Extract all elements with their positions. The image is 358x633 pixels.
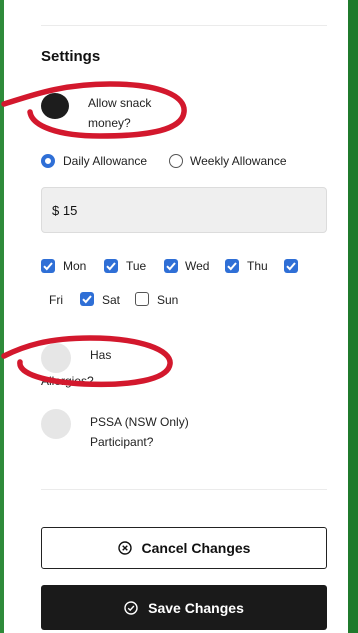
daily-allowance-radio[interactable]: [41, 154, 55, 168]
check-icon: [286, 262, 296, 271]
check-icon: [166, 262, 176, 271]
pssa-label-line2: Participant?: [90, 435, 154, 449]
daily-allowance-label[interactable]: Daily Allowance: [63, 151, 147, 171]
day-label-sun: Sun: [157, 293, 179, 307]
day-label-wed: Wed: [185, 259, 210, 273]
pssa-toggle[interactable]: [41, 409, 71, 439]
day-label-sat: Sat: [102, 293, 121, 307]
allergies-label-line1: Has: [90, 348, 112, 362]
cancel-changes-label: Cancel Changes: [141, 540, 251, 556]
checkbox-sat[interactable]: [80, 292, 94, 306]
checkbox-fri[interactable]: [284, 259, 298, 273]
check-icon: [82, 295, 92, 304]
settings-title: Settings: [41, 48, 101, 65]
checkbox-wed[interactable]: [164, 259, 178, 273]
check-icon: [106, 262, 116, 271]
cancel-changes-button[interactable]: Cancel Changes: [41, 527, 327, 569]
window-frame-left: [0, 0, 4, 633]
allergies-toggle[interactable]: [41, 343, 71, 373]
snack-money-label-line1: Allow snack: [88, 96, 152, 110]
save-changes-label: Save Changes: [148, 599, 244, 616]
allergies-label-line2: Allergies?: [41, 374, 94, 388]
day-label-tue: Tue: [126, 259, 147, 273]
check-icon: [227, 262, 237, 271]
window-frame-right: [348, 0, 358, 633]
day-label-fri: Fri: [49, 293, 63, 307]
check-circle-icon: [124, 600, 138, 615]
pssa-label-line1: PSSA (NSW Only): [90, 415, 189, 429]
snack-money-toggle[interactable]: [41, 93, 69, 119]
allowance-amount-input[interactable]: $ 15: [41, 187, 327, 233]
save-changes-button[interactable]: Save Changes: [41, 585, 327, 630]
weekly-allowance-radio[interactable]: [169, 154, 183, 168]
day-label-mon: Mon: [63, 259, 87, 273]
checkbox-tue[interactable]: [104, 259, 118, 273]
snack-money-label-line2: money?: [88, 116, 131, 130]
checkbox-thu[interactable]: [225, 259, 239, 273]
bottom-divider: [41, 489, 327, 490]
weekly-allowance-label[interactable]: Weekly Allowance: [190, 151, 287, 171]
top-divider: [41, 25, 327, 26]
check-icon: [43, 262, 53, 271]
day-label-thu: Thu: [247, 259, 268, 273]
cancel-circle-icon: [117, 541, 132, 555]
checkbox-mon[interactable]: [41, 259, 55, 273]
checkbox-sun[interactable]: [135, 292, 149, 306]
